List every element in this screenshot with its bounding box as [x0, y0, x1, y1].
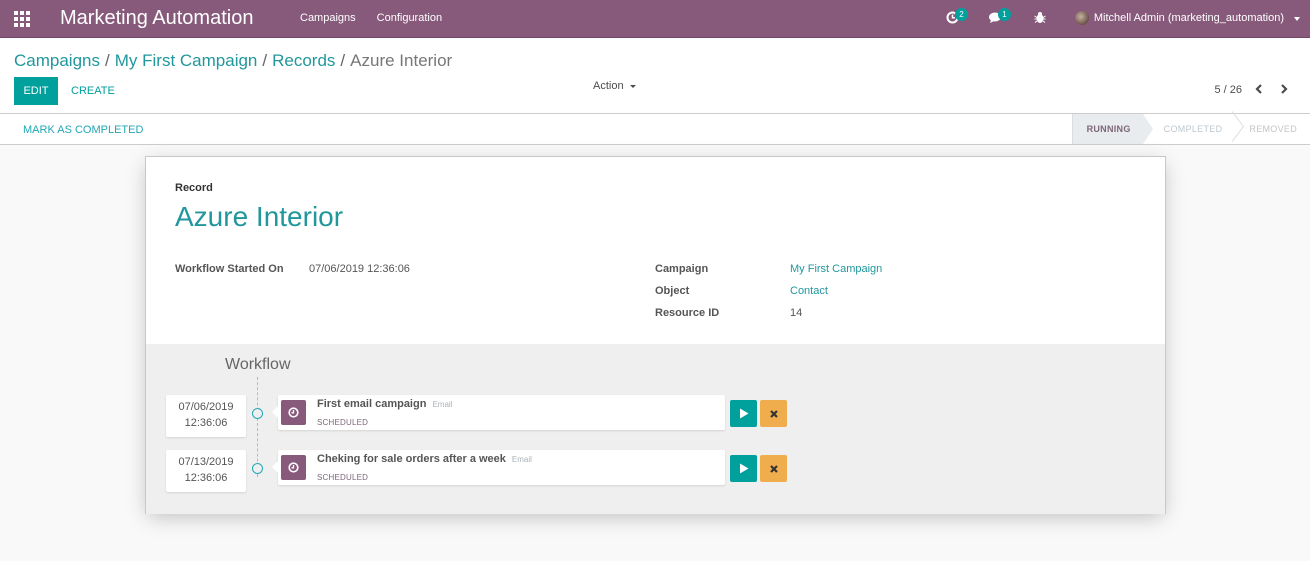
campaign-label: Campaign — [655, 263, 709, 275]
activity-state: SCHEDULED — [317, 418, 369, 427]
activity-date-day: 07/13/2019 — [178, 456, 234, 468]
activity-date-time: 12:36:06 — [184, 417, 228, 429]
activity-card[interactable]: Cheking for sale orders after a week Emai… — [272, 450, 725, 485]
control-panel: Campaigns / My First Campaign / Records / Azur… — [0, 38, 1310, 114]
workflow-title: Workflow — [225, 356, 291, 373]
top-navbar: Marketing Automation Campaigns Configura… — [0, 0, 1310, 38]
activity-card[interactable]: First email campaign Email SCHEDULED — [272, 395, 725, 430]
breadcrumb-campaigns[interactable]: Campaigns — [14, 51, 100, 70]
activity-date-time: 12:36:06 — [184, 472, 228, 484]
menu-configuration[interactable]: Configuration — [377, 12, 442, 24]
activity-date: 07/13/2019 12:36:06 — [166, 450, 246, 492]
breadcrumb-current: Azure Interior — [350, 51, 453, 70]
pager-previous-button[interactable] — [1252, 82, 1266, 96]
activity-icon — [281, 400, 306, 425]
status-bar: MARK AS COMPLETED RUNNING COMPLETED REMO… — [0, 114, 1310, 145]
close-icon — [769, 464, 778, 473]
messages-count-badge: 1 — [998, 8, 1011, 21]
user-name: Mitchell Admin (marketing_automation) — [1093, 12, 1284, 24]
activities-count-badge: 2 — [955, 8, 968, 21]
stage-selector: RUNNING COMPLETED REMOVED — [1071, 114, 1310, 144]
debug-button[interactable] — [1034, 11, 1046, 27]
play-icon — [739, 463, 748, 474]
activity-type: Email — [432, 400, 453, 409]
play-icon — [739, 408, 748, 419]
messages-button[interactable]: 1 — [989, 8, 1011, 27]
bug-icon — [1034, 12, 1046, 23]
app-title: Marketing Automation — [60, 7, 254, 29]
execute-activity-button[interactable] — [730, 455, 757, 482]
action-dropdown[interactable]: Action — [593, 80, 636, 92]
menu-campaigns[interactable]: Campaigns — [300, 12, 356, 24]
stage-removed[interactable]: REMOVED — [1234, 114, 1310, 144]
avatar — [1074, 11, 1089, 25]
form-sheet: Record Azure Interior Workflow Started O… — [145, 156, 1166, 514]
activity-row: 07/06/2019 12:36:06 First email campaign… — [146, 395, 1165, 437]
clock-icon — [288, 407, 299, 418]
breadcrumb-separator: / — [105, 51, 110, 70]
create-button[interactable]: CREATE — [64, 77, 122, 105]
execute-activity-button[interactable] — [730, 400, 757, 427]
user-menu-caret-icon — [1294, 17, 1300, 21]
breadcrumb-separator: / — [262, 51, 268, 70]
edit-button[interactable]: EDIT — [14, 77, 58, 105]
chevron-right-icon — [1281, 84, 1288, 94]
breadcrumb-separator: / — [340, 51, 346, 70]
apps-menu-icon[interactable] — [14, 11, 30, 27]
clock-icon — [288, 462, 299, 473]
pager-value[interactable]: 5 / 26 — [1214, 84, 1242, 96]
close-icon — [769, 409, 778, 418]
activity-name: Cheking for sale orders after a week — [317, 453, 506, 465]
mark-as-completed-button[interactable]: MARK AS COMPLETED — [23, 124, 143, 136]
breadcrumb-my-first-campaign[interactable]: My First Campaign — [115, 51, 258, 70]
pager-next-button[interactable] — [1277, 82, 1291, 96]
workflow-started-on-value: 07/06/2019 12:36:06 — [309, 263, 410, 275]
activity-title: First email campaign Email — [317, 398, 452, 410]
breadcrumb: Campaigns / My First Campaign / Records / Azur… — [14, 51, 452, 71]
record-title: Azure Interior — [175, 201, 344, 232]
activity-icon — [281, 455, 306, 480]
campaign-link[interactable]: My First Campaign — [790, 263, 882, 275]
main-menu: Campaigns Configuration — [300, 12, 442, 24]
activity-title: Cheking for sale orders after a week Emai… — [317, 453, 532, 465]
timeline-dot — [252, 408, 263, 419]
activity-type: Email — [511, 455, 532, 464]
cancel-activity-button[interactable] — [760, 455, 787, 482]
record-label: Record — [175, 182, 213, 194]
stage-running[interactable]: RUNNING — [1071, 114, 1153, 144]
cancel-activity-button[interactable] — [760, 400, 787, 427]
object-link[interactable]: Contact — [790, 285, 828, 297]
workflow-section: Workflow 07/06/2019 12:36:06 First email… — [146, 344, 1165, 514]
activity-row: 07/13/2019 12:36:06 Cheking for sale ord… — [146, 450, 1165, 492]
stage-completed[interactable]: COMPLETED — [1143, 114, 1235, 144]
action-label: Action — [593, 80, 624, 92]
activity-state: SCHEDULED — [317, 473, 369, 482]
activities-button[interactable]: 2 — [946, 8, 968, 27]
workflow-started-on-label: Workflow Started On — [175, 263, 284, 275]
activity-date: 07/06/2019 12:36:06 — [166, 395, 246, 437]
activity-name: First email campaign — [317, 398, 427, 410]
caret-down-icon — [629, 84, 636, 88]
chevron-left-icon — [1255, 84, 1262, 94]
object-label: Object — [655, 285, 690, 297]
activity-date-day: 07/06/2019 — [178, 401, 234, 413]
user-menu[interactable]: Mitchell Admin (marketing_automation) — [1074, 11, 1284, 25]
resource-id-label: Resource ID — [655, 307, 720, 319]
resource-id-value: 14 — [790, 307, 803, 319]
timeline-dot — [252, 463, 263, 474]
breadcrumb-records[interactable]: Records — [272, 51, 335, 70]
